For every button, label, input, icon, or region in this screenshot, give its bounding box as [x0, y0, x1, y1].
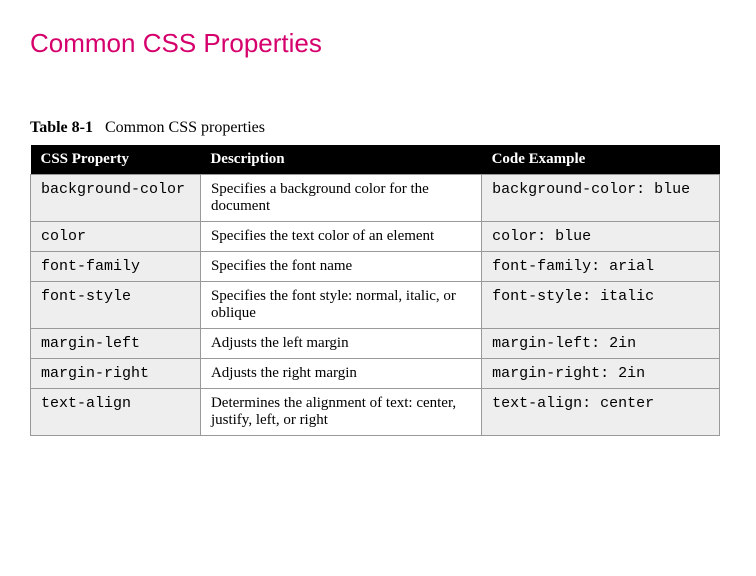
page-title: Common CSS Properties: [30, 28, 726, 59]
table-row: margin-right Adjusts the right margin ma…: [31, 359, 720, 389]
cell-code: color: blue: [482, 222, 720, 252]
cell-code: font-family: arial: [482, 252, 720, 282]
table-caption-text: Common CSS properties: [105, 119, 265, 136]
cell-description: Specifies the font style: normal, italic…: [200, 282, 481, 329]
table-row: background-color Specifies a background …: [31, 175, 720, 222]
header-description: Description: [200, 145, 481, 175]
header-property: CSS Property: [31, 145, 201, 175]
css-properties-table: CSS Property Description Code Example ba…: [30, 145, 720, 436]
table-row: text-align Determines the alignment of t…: [31, 389, 720, 436]
cell-property: background-color: [31, 175, 201, 222]
cell-property: font-family: [31, 252, 201, 282]
header-code: Code Example: [482, 145, 720, 175]
cell-description: Determines the alignment of text: center…: [200, 389, 481, 436]
cell-property: color: [31, 222, 201, 252]
cell-code: margin-right: 2in: [482, 359, 720, 389]
table-row: color Specifies the text color of an ele…: [31, 222, 720, 252]
cell-code: font-style: italic: [482, 282, 720, 329]
cell-code: margin-left: 2in: [482, 329, 720, 359]
table-row: margin-left Adjusts the left margin marg…: [31, 329, 720, 359]
table-row: font-style Specifies the font style: nor…: [31, 282, 720, 329]
table-header-row: CSS Property Description Code Example: [31, 145, 720, 175]
table-row: font-family Specifies the font name font…: [31, 252, 720, 282]
cell-code: background-color: blue: [482, 175, 720, 222]
table-caption-prefix: Table 8-1: [30, 119, 93, 136]
cell-property: font-style: [31, 282, 201, 329]
cell-code: text-align: center: [482, 389, 720, 436]
cell-property: text-align: [31, 389, 201, 436]
cell-description: Specifies a background color for the doc…: [200, 175, 481, 222]
cell-description: Specifies the font name: [200, 252, 481, 282]
cell-description: Adjusts the right margin: [200, 359, 481, 389]
table-caption: Table 8-1 Common CSS properties: [30, 119, 726, 137]
cell-property: margin-right: [31, 359, 201, 389]
cell-description: Adjusts the left margin: [200, 329, 481, 359]
cell-description: Specifies the text color of an element: [200, 222, 481, 252]
cell-property: margin-left: [31, 329, 201, 359]
